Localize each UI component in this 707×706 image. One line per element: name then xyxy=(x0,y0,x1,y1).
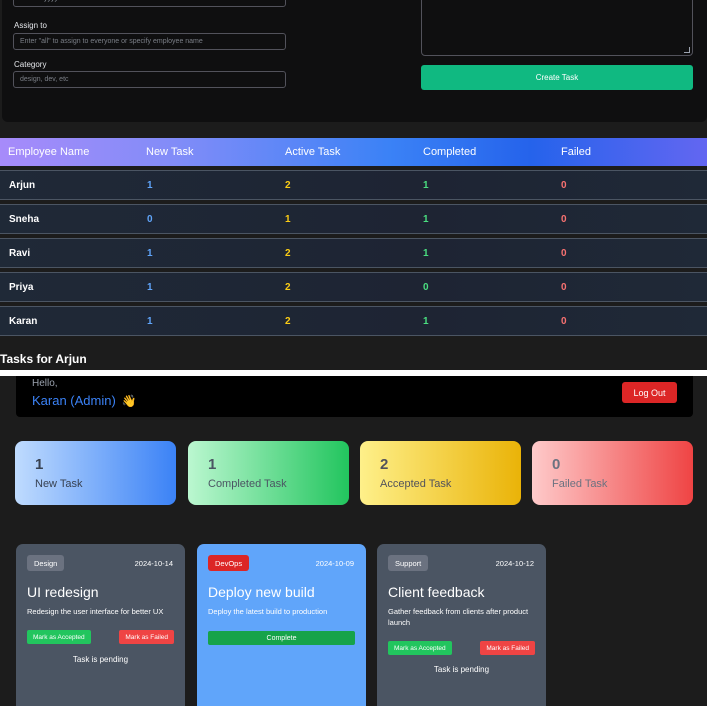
table-row: Ravi 1 2 1 0 xyxy=(0,238,707,268)
employee-name: Karan xyxy=(9,316,38,327)
tasks-for-heading: Tasks for Arjun xyxy=(0,352,87,366)
stat-count: 1 xyxy=(35,456,44,473)
header-new-task: New Task xyxy=(146,146,194,158)
table-row: Arjun 1 2 1 0 xyxy=(0,170,707,200)
task-description: Redesign the user interface for better U… xyxy=(27,607,164,616)
admin-panel: dd-mm-yyyy Assign to Enter "all" to assi… xyxy=(0,0,707,370)
assign-to-label: Assign to xyxy=(14,21,47,30)
header-completed: Completed xyxy=(423,146,477,158)
task-title: Client feedback xyxy=(388,584,485,600)
stat-count: 0 xyxy=(552,456,561,473)
category-tag: DevOps xyxy=(208,555,250,571)
new-task-count: 1 xyxy=(147,248,153,259)
task-card: Support 2024-10-12 Client feedback Gathe… xyxy=(377,544,546,706)
task-status: Task is pending xyxy=(72,655,129,664)
failed-count: 0 xyxy=(561,316,567,327)
stat-label: Failed Task xyxy=(552,478,608,490)
task-card: DevOps 2024-10-09 Deploy new build Deplo… xyxy=(197,544,366,706)
mark-accepted-button[interactable]: Mark as Accepted xyxy=(27,630,91,644)
stat-card-completed-task: 1 Completed Task xyxy=(188,441,349,505)
failed-count: 0 xyxy=(561,180,567,191)
task-title: UI redesign xyxy=(27,584,99,600)
failed-count: 0 xyxy=(561,248,567,259)
task-card: Design 2024-10-14 UI redesign Redesign t… xyxy=(16,544,185,706)
task-title: Deploy new build xyxy=(208,584,315,600)
active-task-count: 2 xyxy=(285,282,291,293)
greeting-text: Hello, xyxy=(32,378,58,389)
resize-handle-icon[interactable] xyxy=(684,47,690,53)
employee-name: Priya xyxy=(9,282,34,293)
table-row: Sneha 0 1 1 0 xyxy=(0,204,707,234)
category-tag: Design xyxy=(27,555,65,571)
assign-to-input[interactable]: Enter "all" to assign to everyone or spe… xyxy=(13,33,286,50)
new-task-count: 1 xyxy=(147,180,153,191)
logout-button[interactable]: Log Out xyxy=(622,382,677,403)
new-task-count: 1 xyxy=(147,282,153,293)
header-failed: Failed xyxy=(561,146,591,158)
complete-button[interactable]: Complete xyxy=(208,631,355,645)
active-task-count: 2 xyxy=(285,180,291,191)
date-input[interactable]: dd-mm-yyyy xyxy=(13,0,286,7)
active-task-count: 2 xyxy=(285,316,291,327)
failed-count: 0 xyxy=(561,214,567,225)
new-task-count: 1 xyxy=(147,316,153,327)
completed-count: 1 xyxy=(423,248,429,259)
stat-card-failed-task: 0 Failed Task xyxy=(532,441,693,505)
task-date: 2024-10-12 xyxy=(495,559,534,568)
category-label: Category xyxy=(14,60,47,69)
table-header: Employee Name New Task Active Task Compl… xyxy=(0,138,707,166)
task-status: Task is pending xyxy=(433,665,490,674)
header-active-task: Active Task xyxy=(285,146,341,158)
active-task-count: 1 xyxy=(285,214,291,225)
mark-accepted-button[interactable]: Mark as Accepted xyxy=(388,641,452,655)
stat-count: 2 xyxy=(380,456,389,473)
header-employee-name: Employee Name xyxy=(8,146,90,158)
task-description: Gather feedback from clients after produ… xyxy=(388,607,529,627)
user-name: Karan (Admin) 👋 xyxy=(32,393,137,408)
employee-name: Sneha xyxy=(9,214,40,225)
stat-count: 1 xyxy=(208,456,217,473)
wave-hand-icon: 👋 xyxy=(121,394,137,408)
table-row: Karan 1 2 1 0 xyxy=(0,306,707,336)
stat-label: Accepted Task xyxy=(380,478,452,490)
user-name-label: Karan (Admin) xyxy=(32,393,116,408)
mark-failed-button[interactable]: Mark as Failed xyxy=(119,630,174,644)
create-task-form: dd-mm-yyyy Assign to Enter "all" to assi… xyxy=(2,0,707,122)
active-task-count: 2 xyxy=(285,248,291,259)
task-date: 2024-10-09 xyxy=(315,559,354,568)
table-row: Priya 1 2 0 0 xyxy=(0,272,707,302)
stat-card-accepted-task: 2 Accepted Task xyxy=(360,441,521,505)
category-input[interactable]: design, dev, etc xyxy=(13,71,286,88)
completed-count: 1 xyxy=(423,214,429,225)
employee-dashboard: Hello, Karan (Admin) 👋 Log Out 1 New Task… xyxy=(0,376,707,706)
employee-name: Arjun xyxy=(9,180,36,191)
description-textarea[interactable] xyxy=(421,0,693,56)
completed-count: 0 xyxy=(423,282,429,293)
completed-count: 1 xyxy=(423,180,429,191)
failed-count: 0 xyxy=(561,282,567,293)
task-description: Deploy the latest build to production xyxy=(208,607,328,616)
completed-count: 1 xyxy=(423,316,429,327)
stat-label: Completed Task xyxy=(208,478,287,490)
stat-card-new-task: 1 New Task xyxy=(15,441,176,505)
category-tag: Support xyxy=(388,555,429,571)
task-date: 2024-10-14 xyxy=(134,559,173,568)
mark-failed-button[interactable]: Mark as Failed xyxy=(480,641,535,655)
employee-name: Ravi xyxy=(9,248,31,259)
stat-label: New Task xyxy=(35,478,83,490)
new-task-count: 0 xyxy=(147,214,153,225)
create-task-button[interactable]: Create Task xyxy=(421,65,693,90)
dashboard-header: Hello, Karan (Admin) 👋 Log Out xyxy=(16,376,693,417)
